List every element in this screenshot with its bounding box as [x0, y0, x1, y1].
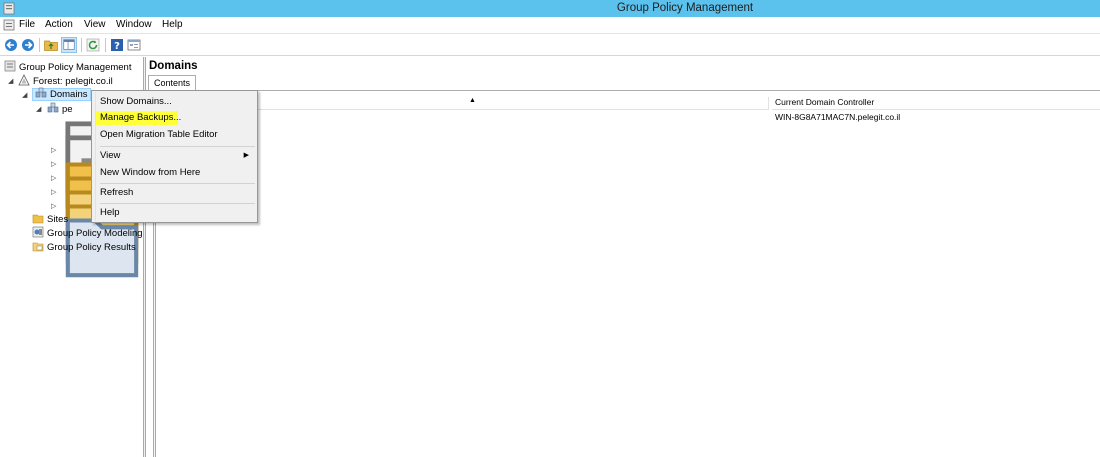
column-header-domain-controller[interactable]: Current Domain Controller	[772, 97, 1100, 110]
menu-item-manage-backups[interactable]: Manage Backups...	[96, 111, 181, 125]
expand-arrow-icon[interactable]: ▷	[51, 188, 56, 196]
tree-label-results: Group Policy Results	[47, 242, 136, 253]
tree-item-forest[interactable]: Forest: pelegit.co.il	[18, 74, 113, 88]
menu-window[interactable]: Window	[116, 19, 152, 30]
tree-item-root[interactable]: Group Policy Management	[4, 60, 131, 74]
details-pane: Domains Contents ▲ Current Domain Contro…	[146, 57, 1100, 457]
back-icon[interactable]	[3, 37, 19, 53]
submenu-arrow-icon: ▶	[243, 152, 249, 159]
collapse-arrow-icon[interactable]: ◢	[8, 77, 13, 85]
menu-item-refresh[interactable]: Refresh	[100, 186, 133, 200]
menu-view[interactable]: View	[84, 19, 106, 30]
tree-item-domains[interactable]: Domains	[32, 87, 91, 101]
show-hide-tree-icon[interactable]	[61, 37, 77, 53]
forest-icon	[18, 74, 30, 86]
window-title: Group Policy Management	[616, 2, 754, 14]
tree-item-domain[interactable]: pe	[47, 102, 73, 116]
refresh-icon[interactable]	[85, 37, 101, 53]
forward-icon[interactable]	[20, 37, 36, 53]
menu-item-new-window[interactable]: New Window from Here	[100, 166, 200, 180]
domains-icon	[35, 87, 47, 98]
expand-arrow-icon[interactable]: ▷	[51, 174, 56, 182]
menu-bar: File Action View Window Help	[0, 17, 1100, 34]
menu-item-view[interactable]: View	[100, 149, 120, 163]
collapse-arrow-icon[interactable]: ◢	[36, 105, 41, 113]
tab-divider	[146, 90, 1100, 91]
collapse-arrow-icon[interactable]: ◢	[22, 91, 27, 99]
expand-arrow-icon[interactable]: ▷	[51, 146, 56, 154]
help-icon[interactable]: ?	[109, 37, 125, 53]
menu-item-show-domains[interactable]: Show Domains...	[100, 95, 172, 109]
tree-label-root: Group Policy Management	[19, 62, 132, 73]
tree-item-modeling[interactable]: Group Policy Modeling	[32, 226, 143, 240]
toolbar: ?	[0, 35, 1100, 56]
results-icon	[32, 242, 44, 252]
domain-icon	[47, 102, 59, 113]
menu-help[interactable]: Help	[162, 19, 183, 30]
gpmc-icon	[4, 60, 16, 72]
pane-title: Domains	[149, 60, 198, 72]
expand-arrow-icon[interactable]: ▷	[51, 202, 56, 210]
properties-icon[interactable]	[126, 37, 142, 53]
menu-separator	[100, 146, 255, 147]
title-bar: Group Policy Management	[0, 0, 1100, 17]
domain-controller-cell[interactable]: WIN-8G8A71MAC7N.pelegit.co.il	[775, 112, 900, 122]
domains-selection: Domains	[32, 87, 91, 101]
tree-item-sites[interactable]: Sites	[32, 212, 68, 226]
tree-item-results[interactable]: Group Policy Results	[32, 240, 136, 254]
svg-text:?: ?	[114, 41, 120, 52]
modeling-icon	[32, 226, 44, 238]
context-menu: Show Domains... Manage Backups... Open M…	[91, 90, 258, 223]
tree-label-domain: pe	[62, 104, 73, 115]
tree-label-sites: Sites	[47, 214, 69, 225]
menu-separator	[100, 183, 255, 184]
tab-contents[interactable]: Contents	[148, 75, 197, 90]
expand-arrow-icon[interactable]: ▷	[51, 160, 56, 168]
tree-label-modeling: Group Policy Modeling	[47, 228, 143, 239]
tree-label-domains: Domains	[50, 89, 88, 100]
menu-item-migration-table-editor[interactable]: Open Migration Table Editor	[100, 128, 218, 142]
up-folder-icon[interactable]	[43, 37, 59, 53]
system-menu-icon[interactable]	[3, 19, 15, 31]
menu-action[interactable]: Action	[45, 19, 73, 30]
menu-separator	[100, 203, 255, 204]
tree-label-forest: Forest: pelegit.co.il	[33, 76, 113, 87]
menu-item-help[interactable]: Help	[100, 206, 120, 220]
sort-ascending-icon: ▲	[469, 97, 476, 104]
sites-icon	[32, 214, 44, 224]
menu-file[interactable]: File	[19, 19, 35, 30]
